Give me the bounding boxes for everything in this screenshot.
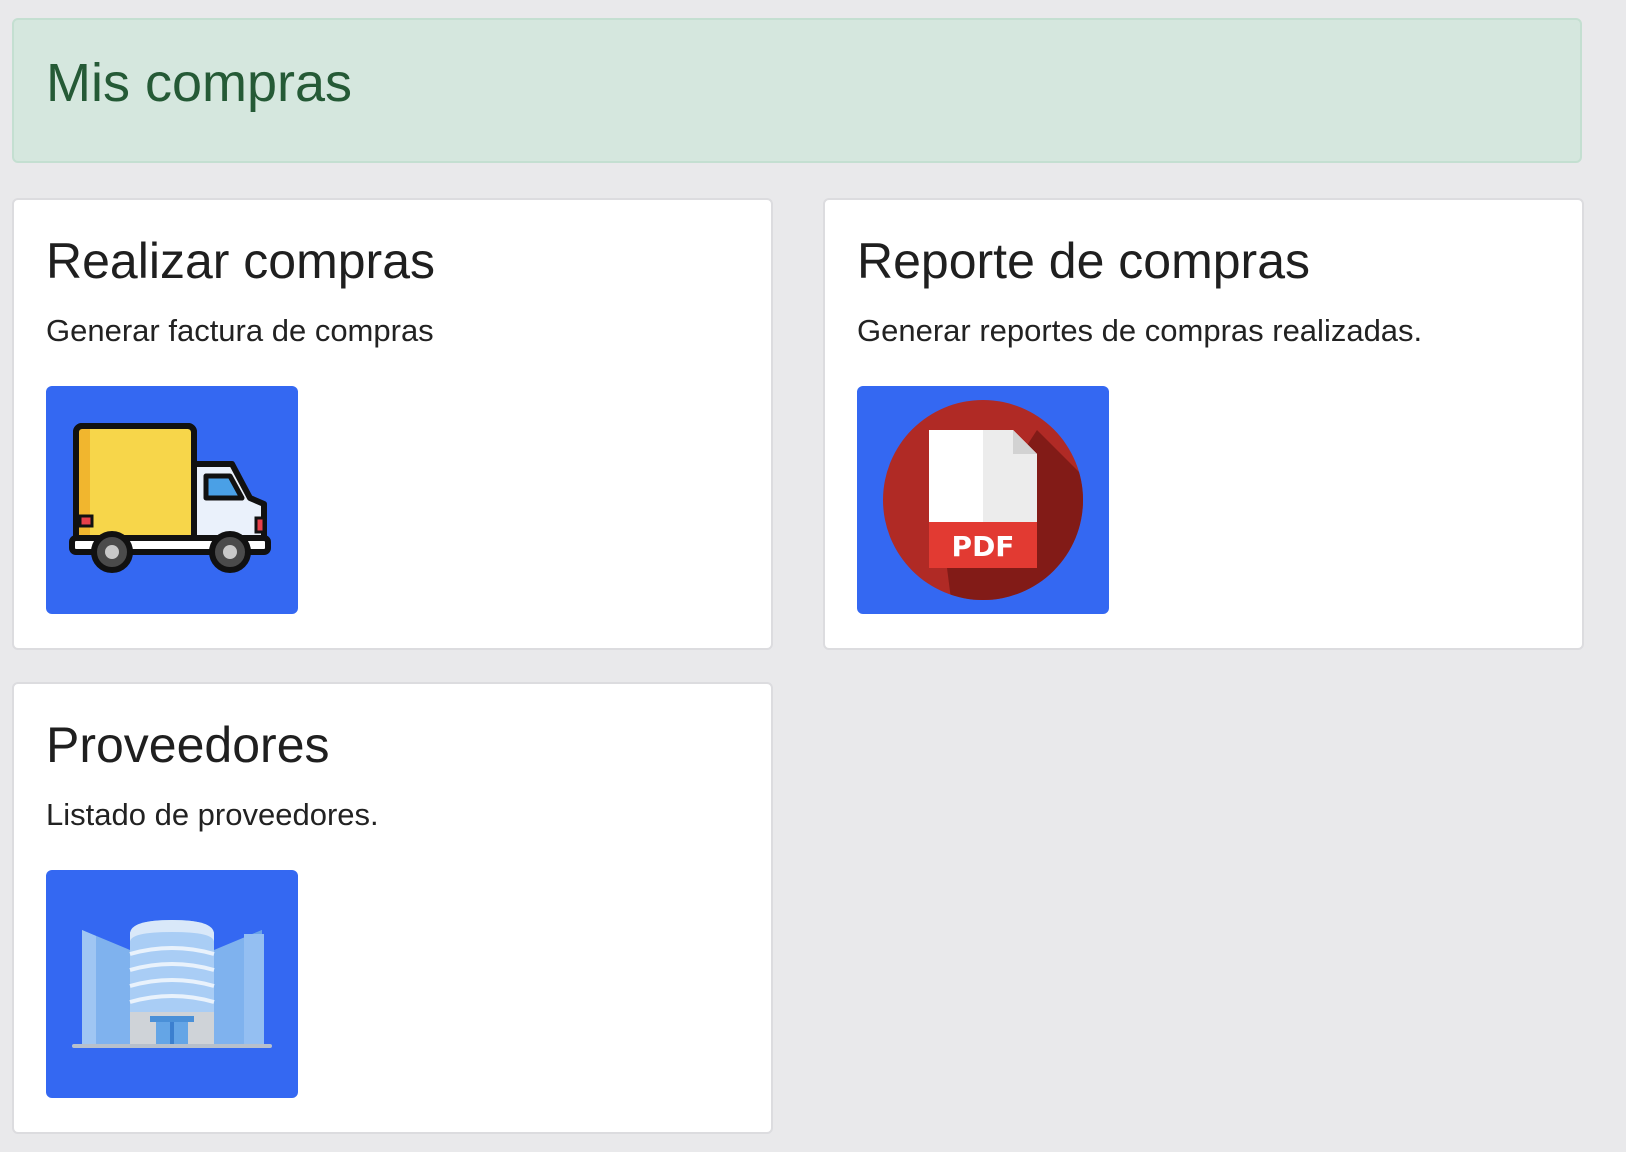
card-proveedores[interactable]: Proveedores Listado de proveedores. [12, 682, 773, 1134]
card-image-link[interactable]: PDF [857, 386, 1109, 614]
office-building-icon [46, 870, 298, 1098]
card-image-link[interactable] [46, 386, 298, 614]
card-description: Generar factura de compras [46, 313, 434, 348]
page-title: Mis compras [46, 53, 353, 113]
card-description: Generar reportes de compras realizadas. [857, 313, 1423, 348]
pdf-file-icon: PDF [857, 386, 1109, 614]
card-title: Proveedores [46, 717, 330, 773]
card-description: Listado de proveedores. [46, 797, 379, 832]
delivery-truck-icon [46, 386, 298, 614]
card-title: Reporte de compras [857, 233, 1311, 289]
card-title: Realizar compras [46, 233, 436, 289]
card-realizar-compras[interactable]: Realizar compras Generar factura de comp… [12, 198, 773, 650]
card-image-link[interactable] [46, 870, 298, 1098]
pdf-label: PDF [952, 530, 1015, 563]
card-reporte-de-compras[interactable]: Reporte de compras Generar reportes de c… [823, 198, 1584, 650]
page-header-banner: Mis compras [12, 18, 1582, 163]
